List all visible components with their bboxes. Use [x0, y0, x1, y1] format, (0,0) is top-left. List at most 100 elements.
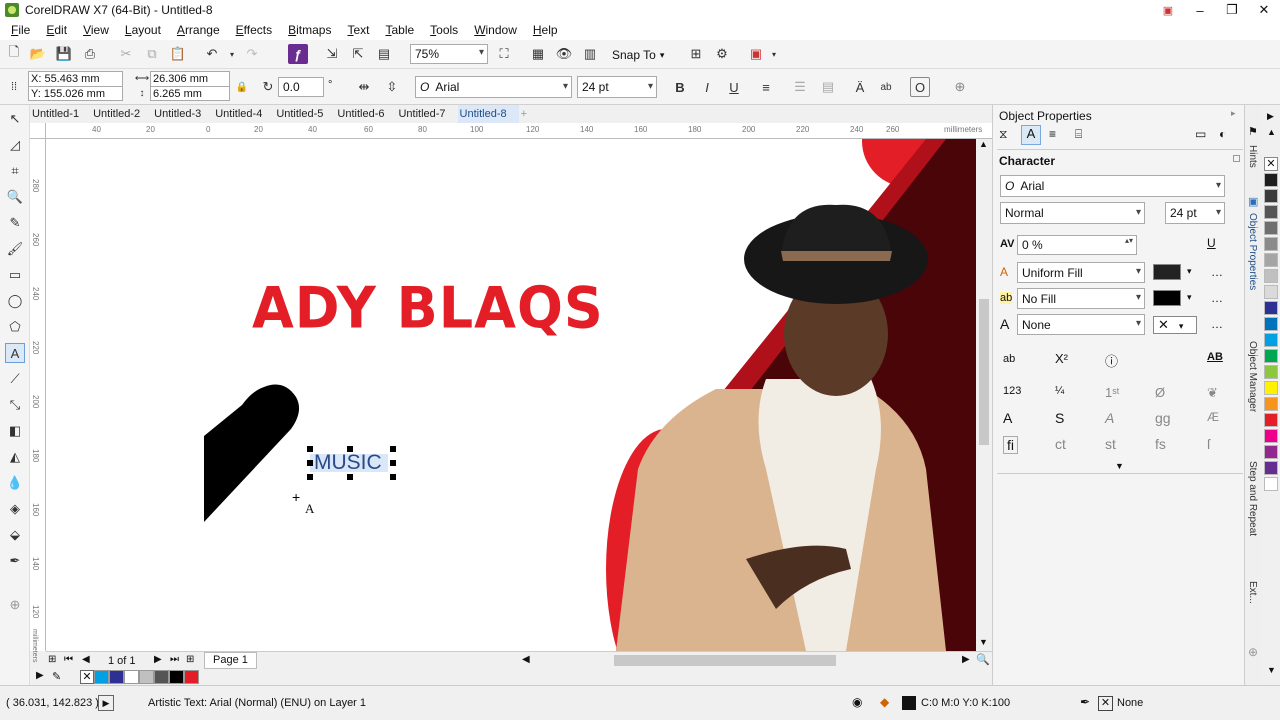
strip-swatch[interactable] — [1264, 253, 1278, 267]
strip-swatch[interactable] — [1264, 349, 1278, 363]
tab-untitled-3[interactable]: Untitled-3 — [152, 105, 213, 123]
menu-layout[interactable]: Layout — [117, 23, 169, 37]
strip-swatch[interactable] — [1264, 477, 1278, 491]
add-page-after-icon[interactable]: ⊞ — [186, 654, 194, 665]
strip-swatch[interactable] — [1264, 429, 1278, 443]
connector-tool-icon[interactable]: ⤡ — [5, 395, 25, 415]
outline-tab-icon[interactable]: ⧖ — [999, 127, 1007, 142]
palette-arrow-icon[interactable]: ▶ — [36, 670, 44, 681]
outline-pen-icon[interactable]: ✒ — [1080, 695, 1090, 709]
scroll-up-icon[interactable]: ▲ — [979, 139, 988, 149]
palette-scroll-down-icon[interactable]: ▼ — [1267, 665, 1276, 675]
outline-pen-icon[interactable]: ✒ — [5, 551, 25, 571]
strip-swatch[interactable] — [1264, 461, 1278, 475]
docker-font-select[interactable]: O Arial ▾ — [1000, 175, 1225, 197]
menu-window[interactable]: Window — [466, 23, 525, 37]
close-button[interactable]: ✕ — [1248, 0, 1280, 20]
font-style-select[interactable]: Normal ▾ — [1000, 202, 1145, 224]
italic-icon[interactable]: I — [697, 77, 717, 97]
launcher-dropdown-icon[interactable]: ▾ — [764, 44, 784, 64]
rotation-field[interactable]: 0.0 — [278, 77, 324, 97]
slashed-zero-icon[interactable]: Ø — [1155, 385, 1165, 400]
width-field[interactable]: 26.306 mm — [150, 71, 230, 86]
fill-type-select[interactable]: Uniform Fill ▾ — [1017, 262, 1145, 283]
contextual-alternatives-icon[interactable]: A — [1105, 410, 1114, 426]
palette-scroll-up-icon[interactable]: ▶ — [1267, 111, 1274, 122]
palette-swatch[interactable] — [109, 670, 124, 684]
undo-dropdown-icon[interactable]: ▾ — [222, 44, 242, 64]
view-icon[interactable]: 👁 — [554, 44, 574, 64]
add-icon[interactable]: ⊕ — [950, 77, 970, 97]
no-fill-swatch[interactable]: ✕ — [1264, 157, 1278, 171]
expand-section-icon[interactable]: ▼ — [1115, 461, 1124, 471]
selection-handle[interactable] — [307, 446, 313, 452]
paste-icon[interactable]: 📋 — [168, 44, 188, 64]
tab-untitled-4[interactable]: Untitled-4 — [213, 105, 274, 123]
import-icon[interactable]: ⇲ — [322, 44, 342, 64]
selected-text-object[interactable]: MUSIC — [307, 446, 396, 480]
background-color-picker[interactable] — [1153, 290, 1181, 306]
strip-swatch[interactable] — [1264, 173, 1278, 187]
ruler-origin[interactable] — [30, 123, 46, 139]
fill-more-icon[interactable]: … — [1211, 265, 1223, 279]
no-color-swatch[interactable]: ✕ — [80, 670, 94, 684]
strip-swatch[interactable] — [1264, 397, 1278, 411]
color-eyedropper-icon[interactable]: 💧 — [5, 473, 25, 493]
shape-tool-icon[interactable]: ◿ — [5, 135, 25, 155]
hints-icon[interactable]: ⚑ — [1248, 125, 1258, 138]
palette-swatch[interactable] — [124, 670, 139, 684]
scroll-left-icon[interactable]: ◀ — [522, 654, 530, 665]
strip-swatch[interactable] — [1264, 381, 1278, 395]
menu-help[interactable]: Help — [525, 23, 566, 37]
options-icon[interactable]: ⊞ — [686, 44, 706, 64]
frame-tab-icon[interactable]: ⌸ — [1075, 127, 1082, 142]
mirror-horizontal-icon[interactable]: ⇹ — [354, 77, 374, 97]
play-icon[interactable]: ▶ — [98, 695, 114, 711]
fill-bucket-icon[interactable]: ◆ — [880, 695, 889, 709]
new-tab-icon[interactable]: + — [519, 105, 539, 123]
palette-eyedropper-icon[interactable]: ✎ — [52, 670, 61, 683]
titling-icon[interactable]: A — [1003, 410, 1012, 426]
scroll-right-icon[interactable]: ▶ — [962, 654, 970, 665]
x-position-field[interactable]: X: 55.463 mm — [28, 71, 123, 86]
strip-swatch[interactable] — [1264, 205, 1278, 219]
alignment-icon[interactable]: ≡ — [756, 77, 776, 97]
ellipse-tool-icon[interactable]: ◯ — [5, 291, 25, 311]
zoom-level-select[interactable]: 75% ▾ — [410, 44, 488, 64]
artistic-media-icon[interactable]: 🖌 — [5, 239, 25, 259]
underline-option-icon[interactable]: U — [1207, 236, 1216, 250]
zoom-tool-icon[interactable]: 🔍 — [5, 187, 25, 207]
outline-width-select[interactable]: None ▾ — [1017, 314, 1145, 335]
object-manager-tab[interactable]: Object Manager — [1247, 341, 1258, 412]
drop-shadow-icon[interactable]: ◧ — [5, 421, 25, 441]
selection-handle[interactable] — [390, 474, 396, 480]
docker-font-size-select[interactable]: 24 pt ▾ — [1165, 202, 1225, 224]
music-text[interactable]: MUSIC — [314, 451, 382, 475]
selection-handle[interactable] — [347, 474, 353, 480]
headline-text[interactable]: ADY BLAQS — [252, 275, 647, 349]
vertical-scrollbar[interactable]: ▲ ▼ — [976, 139, 992, 651]
mirror-vertical-icon[interactable]: ⇳ — [382, 77, 402, 97]
print-icon[interactable]: ⎙ — [80, 44, 100, 64]
horizontal-ruler[interactable]: 40 20 0 20 40 60 80 100 120 140 160 180 … — [46, 123, 992, 139]
tab-untitled-6[interactable]: Untitled-6 — [335, 105, 396, 123]
fill-color-picker[interactable] — [1153, 264, 1181, 280]
application-launcher-icon[interactable]: ⚙ — [712, 44, 732, 64]
strip-swatch[interactable] — [1264, 413, 1278, 427]
character-tab-icon[interactable]: A — [1021, 125, 1041, 145]
palette-scroll-up-icon[interactable]: ▲ — [1267, 127, 1276, 137]
add-tool-icon[interactable]: ⊕ — [5, 595, 25, 615]
step-and-repeat-tab[interactable]: Step and Repeat — [1247, 461, 1258, 536]
palette-swatch[interactable] — [184, 670, 199, 684]
stylistic-set-icon[interactable]: gg — [1155, 410, 1171, 426]
historical-ligatures-icon[interactable]: st — [1105, 436, 1116, 452]
docker-options-icon[interactable]: ◐ — [1219, 127, 1226, 141]
docker-frame-icon[interactable]: ▭ — [1195, 127, 1206, 141]
menu-edit[interactable]: Edit — [38, 23, 75, 37]
lock-ratio-icon[interactable]: 🔒 — [232, 77, 252, 97]
object-properties-tab-icon[interactable]: ▣ — [1248, 195, 1258, 208]
cut-icon[interactable]: ✂ — [116, 44, 136, 64]
uppercase-icon[interactable]: AB — [1207, 351, 1223, 363]
palette-swatch[interactable] — [169, 670, 184, 684]
add-docker-icon[interactable]: ⊕ — [1248, 645, 1258, 659]
